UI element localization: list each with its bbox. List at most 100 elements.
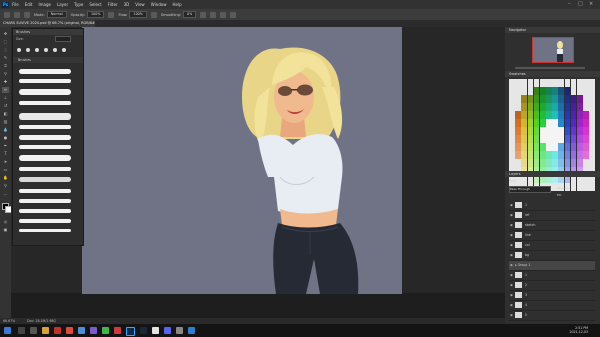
color-swatch[interactable] xyxy=(552,127,558,135)
mode-select[interactable]: Normal xyxy=(46,11,67,18)
color-swatch[interactable] xyxy=(527,135,534,143)
history-brush-tool-icon[interactable]: ↺ xyxy=(2,103,9,109)
color-swatch[interactable] xyxy=(589,183,595,191)
color-swatch[interactable] xyxy=(589,119,595,127)
lasso-tool-icon[interactable]: ◌ xyxy=(2,47,9,53)
color-swatch[interactable] xyxy=(558,95,565,103)
color-swatch[interactable] xyxy=(509,159,515,167)
color-swatch[interactable] xyxy=(533,151,540,159)
brush-stroke-preview[interactable] xyxy=(19,189,71,193)
color-swatch[interactable] xyxy=(509,95,515,103)
brush-group-folder[interactable]: Brushes xyxy=(13,57,83,63)
layer-row[interactable]: ◉ 2 xyxy=(509,281,595,291)
layers-panel-title[interactable]: Layers xyxy=(505,171,600,177)
layer-row[interactable]: ◉ sketch xyxy=(509,221,595,231)
color-swatch[interactable] xyxy=(570,159,577,167)
color-swatch[interactable] xyxy=(589,103,595,111)
color-swatch[interactable] xyxy=(527,151,534,159)
color-swatch[interactable] xyxy=(583,103,589,111)
quick-select-tool-icon[interactable]: ✎ xyxy=(2,55,9,61)
color-swatch[interactable] xyxy=(589,135,595,143)
color-swatch[interactable] xyxy=(515,111,521,119)
color-swatch[interactable] xyxy=(527,95,534,103)
color-swatch[interactable] xyxy=(552,103,558,111)
brush-preset[interactable] xyxy=(53,48,57,52)
color-swatch[interactable] xyxy=(509,103,515,111)
steam-icon[interactable] xyxy=(140,327,147,334)
color-swatch[interactable] xyxy=(570,87,577,95)
gear-icon[interactable] xyxy=(200,11,207,18)
color-swatch[interactable] xyxy=(583,135,589,143)
color-swatch[interactable] xyxy=(558,143,565,151)
document-canvas[interactable] xyxy=(82,27,402,294)
airbrush-icon[interactable] xyxy=(150,11,157,18)
brush-preset[interactable] xyxy=(26,48,30,52)
color-swatch[interactable] xyxy=(533,119,540,127)
color-swatch[interactable] xyxy=(515,119,521,127)
color-swatch[interactable] xyxy=(509,127,515,135)
brush-stroke-preview[interactable] xyxy=(19,79,71,83)
color-swatch[interactable] xyxy=(521,95,528,103)
color-swatch[interactable] xyxy=(552,119,558,127)
app-icon[interactable] xyxy=(66,327,73,334)
color-swatch[interactable] xyxy=(589,79,595,87)
color-swatch[interactable] xyxy=(546,143,552,151)
layer-row[interactable]: ◉ col xyxy=(509,241,595,251)
color-swatch[interactable] xyxy=(527,127,534,135)
eyedropper-tool-icon[interactable]: ⚲ xyxy=(2,71,9,77)
brush-stroke-preview[interactable] xyxy=(19,167,71,171)
color-swatch[interactable] xyxy=(583,79,589,87)
menu-image[interactable]: Image xyxy=(38,2,51,7)
color-swatch[interactable] xyxy=(552,151,558,159)
color-swatch[interactable] xyxy=(539,127,546,135)
healing-tool-icon[interactable]: ✚ xyxy=(2,79,9,85)
color-swatch[interactable] xyxy=(533,87,540,95)
color-swatch[interactable] xyxy=(576,95,583,103)
app-icon[interactable] xyxy=(90,327,97,334)
color-swatch[interactable] xyxy=(509,143,515,151)
color-swatch[interactable] xyxy=(515,135,521,143)
color-swatch[interactable] xyxy=(570,151,577,159)
color-swatch[interactable] xyxy=(533,79,540,87)
brush-stroke-preview[interactable] xyxy=(19,89,71,95)
color-swatch[interactable] xyxy=(533,111,540,119)
color-swatch[interactable] xyxy=(515,151,521,159)
color-swatch[interactable] xyxy=(589,127,595,135)
color-swatch[interactable] xyxy=(515,95,521,103)
layer-row[interactable]: ◉ 1 xyxy=(509,271,595,281)
color-swatch[interactable] xyxy=(515,103,521,111)
blend-mode-select[interactable]: Pass Through xyxy=(509,186,551,193)
color-swatch[interactable] xyxy=(583,151,589,159)
color-swatch[interactable] xyxy=(546,151,552,159)
color-swatch[interactable] xyxy=(515,127,521,135)
color-swatch[interactable] xyxy=(539,95,546,103)
task-view-icon[interactable] xyxy=(30,327,37,334)
photoshop-taskbar-icon[interactable] xyxy=(126,327,135,336)
color-swatch[interactable] xyxy=(564,87,571,95)
color-swatch[interactable] xyxy=(589,143,595,151)
menu-select[interactable]: Select xyxy=(89,2,101,7)
layer-row[interactable]: ◉ line xyxy=(509,231,595,241)
color-swatch[interactable] xyxy=(576,111,583,119)
color-swatch[interactable] xyxy=(564,151,571,159)
color-swatch[interactable] xyxy=(570,95,577,103)
color-swatch[interactable] xyxy=(515,143,521,151)
color-swatch[interactable] xyxy=(552,87,558,95)
brush-tool-icon[interactable] xyxy=(14,11,20,18)
zoom-level[interactable]: 66.67% xyxy=(3,319,15,323)
color-swatch[interactable] xyxy=(570,79,577,87)
color-swatch[interactable] xyxy=(552,135,558,143)
brush-stroke-preview[interactable] xyxy=(19,135,71,140)
color-swatch[interactable] xyxy=(546,127,552,135)
close-icon[interactable]: × xyxy=(589,1,593,7)
color-swatch[interactable] xyxy=(589,111,595,119)
menu-window[interactable]: Window xyxy=(151,2,167,7)
color-swatch[interactable] xyxy=(558,103,565,111)
color-swatch[interactable] xyxy=(521,159,528,167)
color-swatch[interactable] xyxy=(564,95,571,103)
color-swatch[interactable] xyxy=(576,79,583,87)
file-explorer-icon[interactable] xyxy=(42,327,49,334)
marquee-tool-icon[interactable]: ⬚ xyxy=(2,39,9,45)
brush-tool-icon[interactable]: ✏ xyxy=(2,87,9,93)
navigator-thumbnail[interactable] xyxy=(532,37,574,63)
